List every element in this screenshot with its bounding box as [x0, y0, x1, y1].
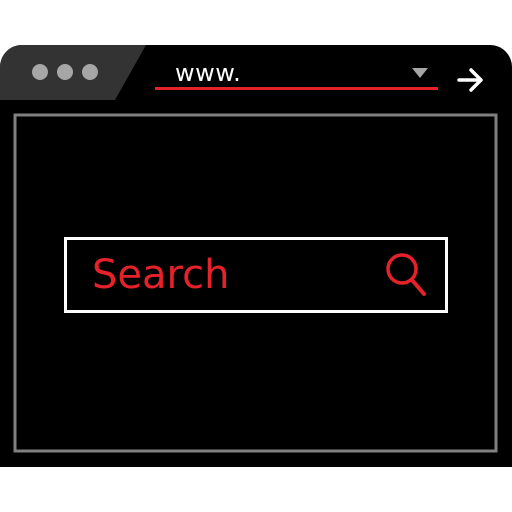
arrow-right-icon[interactable]	[456, 65, 486, 95]
window-control-dot[interactable]	[32, 64, 48, 80]
browser-window: www. Search	[0, 45, 512, 467]
address-underline	[155, 87, 438, 90]
stage: www. Search	[0, 0, 512, 512]
search-input-placeholder[interactable]: Search	[92, 240, 229, 310]
search-box[interactable]: Search	[64, 237, 448, 313]
window-control-dot[interactable]	[57, 64, 73, 80]
address-bar-input[interactable]: www.	[175, 59, 241, 87]
window-control-dot[interactable]	[82, 64, 98, 80]
magnifier-icon[interactable]	[383, 252, 429, 298]
caret-down-icon[interactable]	[410, 65, 430, 81]
